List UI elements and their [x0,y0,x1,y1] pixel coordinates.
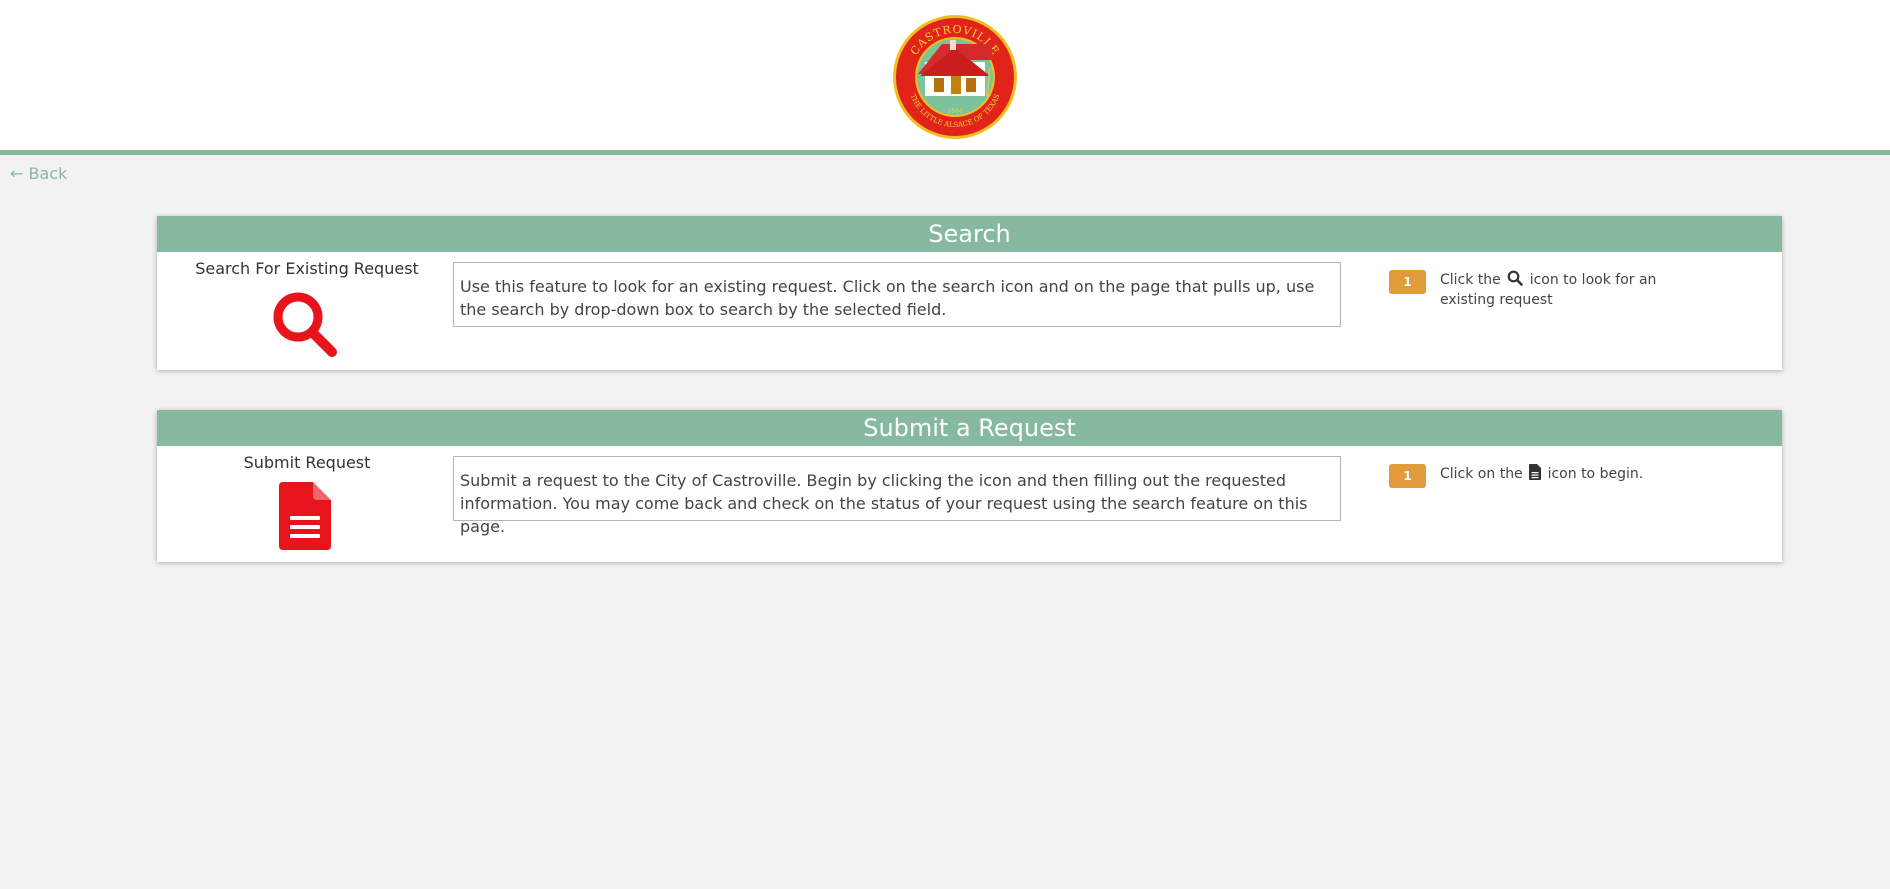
search-panel: Search Search For Existing Request Use t… [157,216,1782,370]
step-instruction: Click the icon to look for an existing r… [1440,270,1710,310]
feature-label: Search For Existing Request [195,259,419,278]
feature-description: Use this feature to look for an existing… [453,262,1341,327]
submit-request-panel: Submit a Request Submit Request Submit a… [157,410,1782,562]
feature-description: Submit a request to the City of Castrovi… [453,456,1341,536]
document-icon[interactable] [279,482,331,550]
search-icon [1507,270,1524,286]
site-header: CASTROVILLE THE LITTLE ALSACE OF TEXAS 1… [0,0,1890,155]
step-badge: 1 [1389,270,1426,294]
svg-text:1844: 1844 [947,108,962,115]
step-text-before: Click on the [1440,466,1523,482]
step-text-after: icon to begin. [1547,466,1644,482]
panel-body: Search For Existing Request Use this fea… [157,252,1782,370]
feature-label: Submit Request [243,453,371,472]
document-icon [1529,464,1542,480]
city-seal-logo: CASTROVILLE THE LITTLE ALSACE OF TEXAS 1… [893,15,1017,139]
back-link[interactable]: ← Back [10,164,67,183]
search-icon[interactable] [270,290,340,360]
panel-title: Search [157,216,1782,252]
panel-body: Submit Request Submit a request to the C… [157,446,1782,564]
step-badge: 1 [1389,464,1426,488]
step-text-before: Click the [1440,272,1501,288]
panel-title: Submit a Request [157,410,1782,446]
step-instruction: Click on the icon to begin. [1440,464,1710,484]
